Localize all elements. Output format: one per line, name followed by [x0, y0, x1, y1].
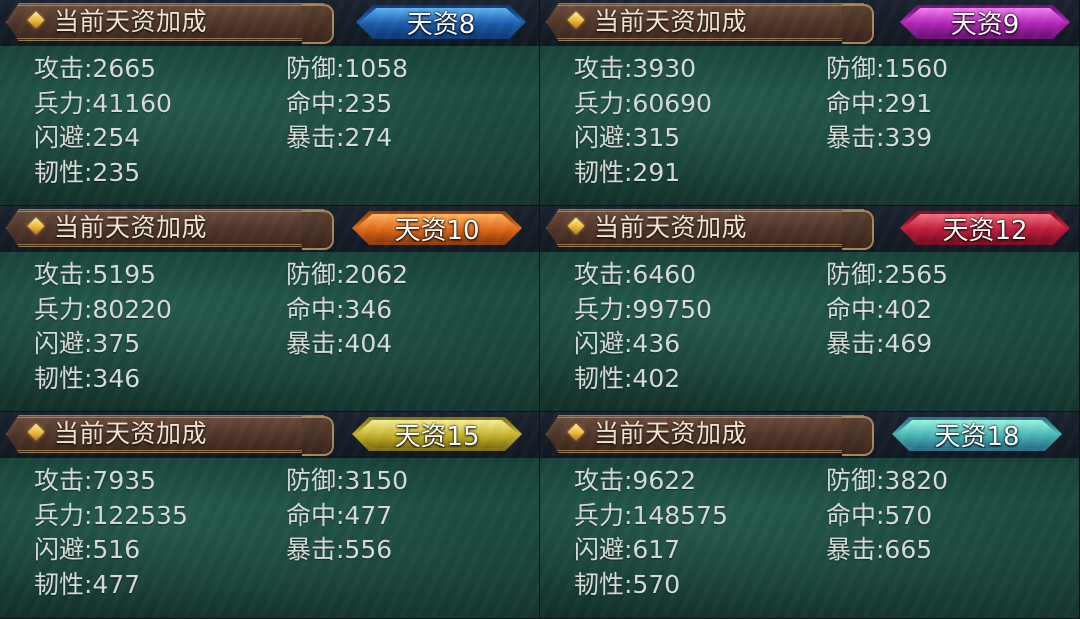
stats-list: 攻击:6460 防御:2565 兵力:99750 命中:402 闪避:436 暴…	[574, 258, 1026, 396]
talent-panel-1: 当前天资加成 天资8 攻击:2665 防御:1058 兵力:41160 命中:2…	[0, 0, 540, 206]
stats-list: 攻击:2665 防御:1058 兵力:41160 命中:235 闪避:254 暴…	[34, 52, 486, 190]
stat-toughness: 韧性:402	[574, 363, 681, 393]
talent-panel-3: 当前天资加成 天资10 攻击:5195 防御:2062 兵力:80220 命中:…	[0, 206, 540, 412]
talent-panel-5: 当前天资加成 天资15 攻击:7935 防御:3150 兵力:122535 命中…	[0, 412, 540, 619]
panel-header: 当前天资加成 天资10	[0, 206, 539, 252]
stat-troops: 兵力:148575	[574, 500, 728, 530]
stat-accuracy: 命中:477	[286, 500, 393, 530]
talent-level-label: 天资9	[950, 9, 1020, 40]
stat-toughness: 韧性:570	[574, 569, 681, 599]
stat-accuracy: 命中:291	[826, 88, 933, 118]
panel-header: 当前天资加成 天资8	[0, 0, 539, 46]
stat-accuracy: 命中:235	[286, 88, 393, 118]
panel-title: 当前天资加成	[54, 213, 208, 242]
stat-attack: 攻击:5195	[34, 260, 157, 289]
stat-dodge: 闪避:315	[574, 123, 681, 152]
banner-scroll-end	[302, 4, 334, 44]
stat-attack: 攻击:2665	[34, 54, 157, 83]
panel-title: 当前天资加成	[594, 7, 748, 36]
stat-accuracy: 命中:570	[826, 500, 933, 530]
stat-troops: 兵力:99750	[574, 294, 712, 324]
stat-crit: 暴击:556	[286, 535, 393, 564]
panel-header: 当前天资加成 天资9	[540, 0, 1079, 46]
panel-header: 当前天资加成 天资12	[540, 206, 1079, 252]
stat-dodge: 闪避:436	[574, 329, 681, 358]
stat-toughness: 韧性:235	[34, 157, 141, 187]
stats-list: 攻击:9622 防御:3820 兵力:148575 命中:570 闪避:617 …	[574, 464, 1026, 602]
stat-troops: 兵力:41160	[34, 88, 172, 118]
talent-level-label: 天资15	[394, 421, 480, 452]
stat-defense: 防御:1058	[286, 54, 409, 83]
stat-defense: 防御:2062	[286, 260, 409, 289]
stat-defense: 防御:2565	[826, 260, 949, 289]
panel-title: 当前天资加成	[54, 7, 208, 36]
stat-troops: 兵力:60690	[574, 88, 712, 118]
stat-troops: 兵力:122535	[34, 500, 188, 530]
stat-crit: 暴击:339	[826, 123, 933, 152]
stat-accuracy: 命中:402	[826, 294, 933, 324]
stat-accuracy: 命中:346	[286, 294, 393, 324]
stat-crit: 暴击:274	[286, 123, 393, 152]
talent-level-badge: 天资15	[352, 417, 522, 451]
stat-defense: 防御:3820	[826, 466, 949, 495]
panel-title: 当前天资加成	[54, 419, 208, 448]
talent-level-badge: 天资9	[900, 5, 1070, 39]
stat-defense: 防御:3150	[286, 466, 409, 495]
stat-toughness: 韧性:291	[574, 157, 681, 187]
stats-list: 攻击:5195 防御:2062 兵力:80220 命中:346 闪避:375 暴…	[34, 258, 486, 396]
talent-bonus-grid: 当前天资加成 天资8 攻击:2665 防御:1058 兵力:41160 命中:2…	[0, 0, 1080, 619]
stat-toughness: 韧性:346	[34, 363, 141, 393]
stats-list: 攻击:3930 防御:1560 兵力:60690 命中:291 闪避:315 暴…	[574, 52, 1026, 190]
stats-list: 攻击:7935 防御:3150 兵力:122535 命中:477 闪避:516 …	[34, 464, 486, 602]
stat-crit: 暴击:404	[286, 329, 393, 358]
talent-level-badge: 天资12	[900, 211, 1070, 245]
stat-dodge: 闪避:375	[34, 329, 141, 358]
panel-header: 当前天资加成 天资18	[540, 412, 1079, 458]
banner-scroll-end	[842, 416, 874, 456]
stat-defense: 防御:1560	[826, 54, 949, 83]
banner-scroll-end	[842, 4, 874, 44]
talent-level-label: 天资12	[942, 215, 1028, 246]
stat-attack: 攻击:6460	[574, 260, 697, 289]
talent-level-label: 天资8	[406, 9, 476, 40]
panel-header: 当前天资加成 天资15	[0, 412, 539, 458]
stat-dodge: 闪避:254	[34, 123, 141, 152]
stat-dodge: 闪避:516	[34, 535, 141, 564]
banner-scroll-end	[302, 210, 334, 250]
panel-title: 当前天资加成	[594, 213, 748, 242]
talent-level-label: 天资10	[394, 215, 480, 246]
stat-attack: 攻击:9622	[574, 466, 697, 495]
stat-toughness: 韧性:477	[34, 569, 141, 599]
banner-scroll-end	[842, 210, 874, 250]
stat-attack: 攻击:3930	[574, 54, 697, 83]
banner-scroll-end	[302, 416, 334, 456]
talent-panel-2: 当前天资加成 天资9 攻击:3930 防御:1560 兵力:60690 命中:2…	[540, 0, 1080, 206]
talent-level-label: 天资18	[934, 421, 1020, 452]
talent-level-badge: 天资10	[352, 211, 522, 245]
talent-level-badge: 天资8	[356, 5, 526, 39]
stat-crit: 暴击:469	[826, 329, 933, 358]
stat-dodge: 闪避:617	[574, 535, 681, 564]
stat-troops: 兵力:80220	[34, 294, 172, 324]
panel-title: 当前天资加成	[594, 419, 748, 448]
stat-attack: 攻击:7935	[34, 466, 157, 495]
talent-panel-4: 当前天资加成 天资12 攻击:6460 防御:2565 兵力:99750 命中:…	[540, 206, 1080, 412]
talent-panel-6: 当前天资加成 天资18 攻击:9622 防御:3820 兵力:148575 命中…	[540, 412, 1080, 619]
stat-crit: 暴击:665	[826, 535, 933, 564]
talent-level-badge: 天资18	[892, 417, 1062, 451]
